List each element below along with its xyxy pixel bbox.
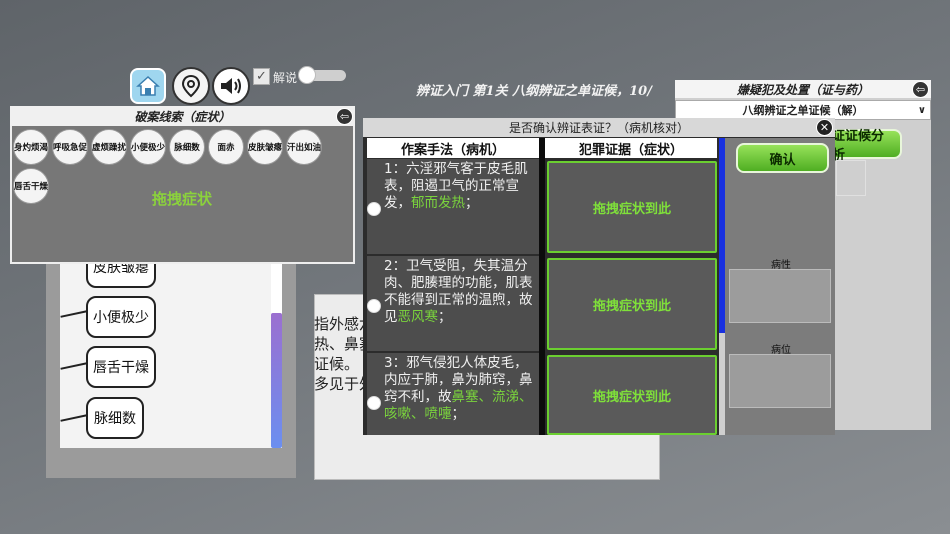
location-drop-box[interactable] bbox=[729, 354, 831, 408]
case-radio[interactable] bbox=[367, 202, 381, 216]
case-text: 2：卫气受阻，失其温分肉、肥腠理的功能，肌表不能得到正常的温煦，故见恶风寒； bbox=[384, 258, 533, 325]
symptom-chip[interactable]: 唇舌干燥 bbox=[13, 168, 49, 204]
placeholder-box bbox=[836, 160, 866, 196]
explain-label: 解说 bbox=[273, 71, 298, 85]
symptom-chip[interactable]: 皮肤皱瘪 bbox=[247, 129, 283, 165]
symptom-bubble[interactable]: 脉细数 bbox=[86, 397, 144, 439]
symptom-chip[interactable]: 呼吸急促 bbox=[52, 129, 88, 165]
level-title: 辨证入门 第1关 八纲辨证之单证候，10/ bbox=[416, 84, 652, 99]
symptom-chip[interactable]: 虚烦躁扰 bbox=[91, 129, 127, 165]
column-divider bbox=[539, 138, 545, 435]
dialog-title: 是否确认辨证表证？（病机核对） bbox=[363, 118, 835, 137]
drag-symptom-hint: 拖拽症状 bbox=[152, 190, 213, 208]
symptom-chip[interactable]: 汗出如油 bbox=[286, 129, 322, 165]
explain-checkbox[interactable]: ✓ bbox=[253, 68, 270, 85]
explain-toggle-knob[interactable] bbox=[298, 66, 316, 84]
case-radio[interactable] bbox=[367, 299, 381, 313]
symptom-drop-zone[interactable]: 拖拽症状到此 bbox=[547, 355, 717, 435]
symptom-list-scroll-thumb[interactable] bbox=[271, 313, 282, 448]
symptom-bubble[interactable]: 小便极少 bbox=[86, 296, 156, 338]
confirm-button[interactable]: 确认 bbox=[736, 143, 829, 173]
sound-button[interactable] bbox=[212, 67, 250, 105]
symptom-chip[interactable]: 面赤 bbox=[208, 129, 244, 165]
back-arrow-icon[interactable]: ⇦ bbox=[912, 81, 929, 98]
case-radio[interactable] bbox=[367, 396, 381, 410]
symptom-chip[interactable]: 身灼烦渴 bbox=[13, 129, 49, 165]
home-icon bbox=[136, 75, 160, 96]
location-button[interactable] bbox=[172, 67, 210, 105]
home-button[interactable] bbox=[130, 68, 166, 104]
speaker-icon bbox=[221, 78, 241, 94]
symptom-drop-zone[interactable]: 拖拽症状到此 bbox=[547, 258, 717, 350]
column-header-method: 作案手法（病机） bbox=[367, 138, 539, 158]
symptom-bubble[interactable]: 唇舌干燥 bbox=[86, 346, 156, 388]
explanation-line: 证候。 bbox=[314, 355, 360, 373]
symptom-drop-zone[interactable]: 拖拽症状到此 bbox=[547, 161, 717, 253]
case-text: 3：邪气侵犯人体皮毛，内应于肺，鼻为肺窍，鼻窍不利，故鼻塞、流涕、咳嗽、喷嚏； bbox=[384, 355, 533, 422]
location-pin-icon bbox=[181, 74, 201, 98]
case-text: 1：六淫邪气客于皮毛肌表，阻遏卫气的正常宣发，郁而发热； bbox=[384, 161, 528, 211]
symptom-chip[interactable]: 小便极少 bbox=[130, 129, 166, 165]
syndrome-select-value: 八纲辨证之单证候（解） bbox=[742, 104, 864, 117]
clue-panel-header: 破案线索（症状） bbox=[10, 106, 355, 126]
symptom-chip[interactable]: 脉细数 bbox=[169, 129, 205, 165]
suspect-panel-header: 嫌疑犯及处置（证与药） bbox=[675, 80, 931, 98]
nature-drop-box[interactable] bbox=[729, 269, 831, 323]
column-header-evidence: 犯罪证据（症状） bbox=[545, 138, 717, 158]
syndrome-analysis-button[interactable]: 证证候分析 bbox=[830, 129, 902, 163]
check-icon: ✓ bbox=[256, 69, 267, 84]
syndrome-select[interactable]: 八纲辨证之单证候（解） ∨ bbox=[675, 100, 931, 120]
close-icon[interactable]: ✕ bbox=[816, 119, 833, 136]
chevron-down-icon: ∨ bbox=[917, 104, 926, 116]
back-arrow-icon[interactable]: ⇦ bbox=[336, 108, 353, 125]
